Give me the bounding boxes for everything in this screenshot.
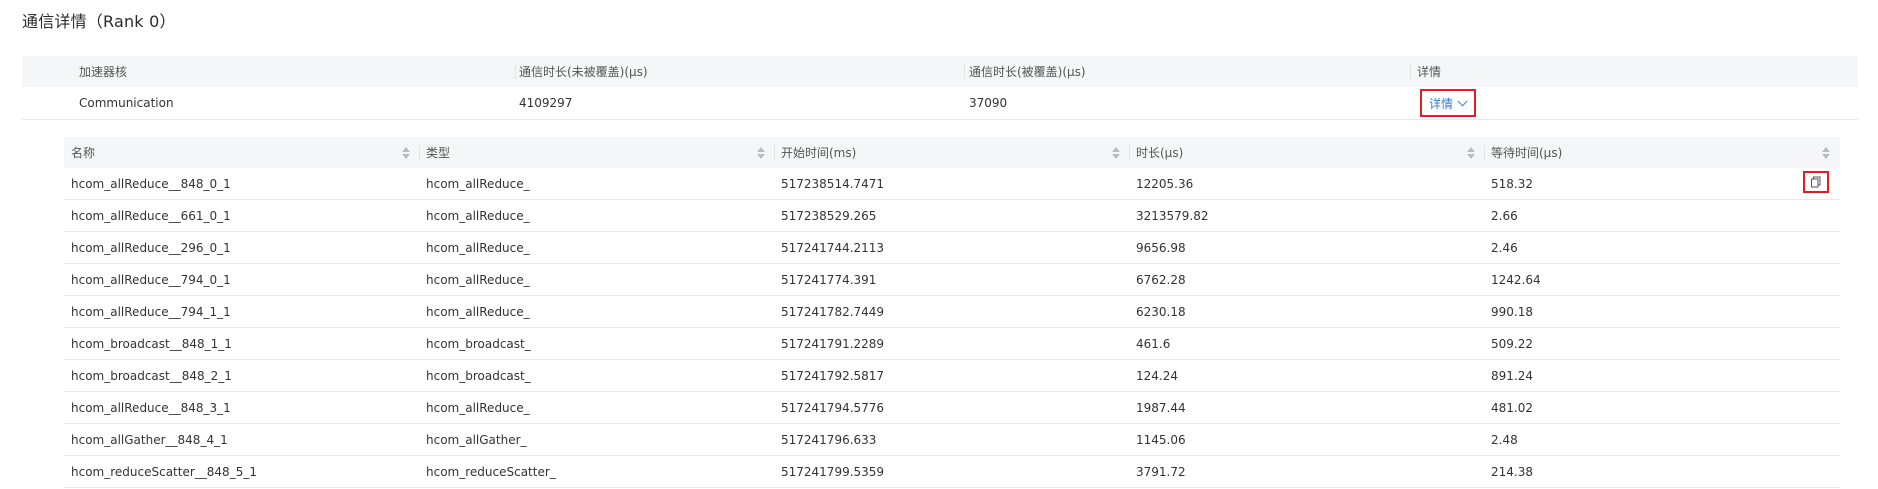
uncovered-value: 4109297 (519, 96, 573, 110)
cell-wait-time-value: 518.32 (1491, 176, 1533, 191)
cell-name: hcom_reduceScatter__848_5_1 (71, 464, 257, 479)
cell-name: hcom_allReduce__661_0_1 (71, 208, 231, 223)
column-header-label: 开始时间(ms) (781, 146, 857, 160)
header-details: 详情 (1410, 56, 1858, 87)
cell-name: hcom_broadcast__848_2_1 (71, 368, 232, 383)
cell-start-time: 517241774.391 (781, 272, 877, 287)
detail-header-row: 名称 类型 开始时间(ms) 时长(μs) 等待时间(μs) (64, 137, 1840, 168)
table-row: hcom_allReduce__661_0_1 hcom_allReduce_ … (64, 200, 1840, 232)
cell-type: hcom_broadcast_ (426, 368, 531, 383)
column-header-wait-time[interactable]: 等待时间(μs) (1484, 137, 1839, 168)
cell-wait-time: 2.46 (1491, 240, 1518, 255)
cell-duration: 6230.18 (1136, 304, 1186, 319)
column-header-label: 时长(μs) (1136, 146, 1184, 160)
cell-type: hcom_allGather_ (426, 432, 527, 447)
copy-button[interactable] (1803, 171, 1829, 193)
cell-start-time: 517241799.5359 (781, 464, 885, 479)
page-title: 通信详情（Rank 0） (22, 12, 176, 31)
sort-icon[interactable] (756, 146, 766, 160)
cell-name: hcom_allReduce__794_0_1 (71, 272, 231, 287)
cell-type: hcom_allReduce_ (426, 176, 530, 191)
cell-wait-time: 509.22 (1491, 336, 1533, 351)
cell-start-time: 517241796.633 (781, 432, 877, 447)
cell-start-time: 517241744.2113 (781, 240, 885, 255)
cell-duration: 3791.72 (1136, 464, 1186, 479)
table-row: hcom_allGather__848_4_1 hcom_allGather_ … (64, 424, 1840, 456)
column-header-type[interactable]: 类型 (419, 137, 774, 168)
cell-duration: 12205.36 (1136, 176, 1194, 191)
cell-type: hcom_reduceScatter_ (426, 464, 556, 479)
cell-type: hcom_allReduce_ (426, 304, 530, 319)
details-toggle-label: 详情 (1429, 96, 1454, 111)
cell-wait-time: 990.18 (1491, 304, 1533, 319)
column-header-name[interactable]: 名称 (64, 137, 419, 168)
chevron-down-icon (1457, 96, 1468, 106)
covered-value: 37090 (969, 96, 1008, 110)
summary-header-row: 加速器核 通信时长(未被覆盖)(μs) 通信时长(被覆盖)(μs) 详情 (22, 56, 1858, 87)
cell-name: hcom_allReduce__794_1_1 (71, 304, 231, 319)
sort-icon[interactable] (1466, 146, 1476, 160)
cell-start-time: 517238529.265 (781, 208, 877, 223)
table-row: hcom_broadcast__848_2_1 hcom_broadcast_ … (64, 360, 1840, 392)
cell-start-time: 517238514.7471 (781, 176, 885, 191)
cell-wait-time: 481.02 (1491, 400, 1533, 415)
table-row: hcom_broadcast__848_1_1 hcom_broadcast_ … (64, 328, 1840, 360)
header-uncovered-time: 通信时长(未被覆盖)(μs) (515, 56, 964, 87)
cell-type: hcom_allReduce_ (426, 240, 530, 255)
cell-type: hcom_allReduce_ (426, 208, 530, 223)
cell-wait-time: 1242.64 (1491, 272, 1541, 287)
column-header-label: 类型 (426, 146, 451, 160)
column-header-label: 等待时间(μs) (1491, 146, 1563, 160)
cell-wait-time: 518.32 (1484, 168, 1839, 199)
table-row: hcom_allReduce__296_0_1 hcom_allReduce_ … (64, 232, 1840, 264)
cell-name: hcom_allReduce__296_0_1 (71, 240, 231, 255)
cell-start-time: 517241782.7449 (781, 304, 885, 319)
cell-name: hcom_broadcast__848_1_1 (71, 336, 232, 351)
cell-duration: 3213579.82 (1136, 208, 1209, 223)
cell-duration: 461.6 (1136, 336, 1171, 351)
cell-start-time: 517241791.2289 (781, 336, 885, 351)
cell-wait-time: 891.24 (1491, 368, 1533, 383)
sort-icon[interactable] (401, 146, 411, 160)
cell-type: hcom_broadcast_ (426, 336, 531, 351)
cell-wait-time: 2.66 (1491, 208, 1518, 223)
cell-name: hcom_allReduce__848_0_1 (71, 176, 231, 191)
column-header-label: 名称 (71, 146, 96, 160)
table-row: hcom_allReduce__794_0_1 hcom_allReduce_ … (64, 264, 1840, 296)
cell-type: hcom_allReduce_ (426, 272, 530, 287)
copy-icon (1811, 176, 1821, 188)
details-cell: 详情 (1410, 87, 1858, 119)
detail-table: 名称 类型 开始时间(ms) 时长(μs) 等待时间(μs) hcom_allR… (64, 137, 1840, 488)
cell-start-time: 517241794.5776 (781, 400, 885, 415)
summary-row: Communication 4109297 37090 详情 (22, 87, 1858, 120)
cell-duration: 6762.28 (1136, 272, 1186, 287)
cell-start-time: 517241792.5817 (781, 368, 885, 383)
details-toggle-button[interactable]: 详情 (1420, 89, 1477, 117)
table-row: hcom_reduceScatter__848_5_1 hcom_reduceS… (64, 456, 1840, 488)
column-header-duration[interactable]: 时长(μs) (1129, 137, 1484, 168)
column-header-start-time[interactable]: 开始时间(ms) (774, 137, 1129, 168)
cell-duration: 1145.06 (1136, 432, 1186, 447)
sort-icon[interactable] (1821, 146, 1831, 160)
table-row: hcom_allReduce__848_0_1 hcom_allReduce_ … (64, 168, 1840, 200)
table-row: hcom_allReduce__794_1_1 hcom_allReduce_ … (64, 296, 1840, 328)
cell-wait-time: 2.48 (1491, 432, 1518, 447)
cell-wait-time: 214.38 (1491, 464, 1533, 479)
table-row: hcom_allReduce__848_3_1 hcom_allReduce_ … (64, 392, 1840, 424)
cell-name: hcom_allReduce__848_3_1 (71, 400, 231, 415)
sort-icon[interactable] (1111, 146, 1121, 160)
header-covered-time: 通信时长(被覆盖)(μs) (964, 56, 1410, 87)
cell-type: hcom_allReduce_ (426, 400, 530, 415)
summary-table: 加速器核 通信时长(未被覆盖)(μs) 通信时长(被覆盖)(μs) 详情 Com… (22, 56, 1858, 120)
cell-name: hcom_allGather__848_4_1 (71, 432, 228, 447)
cell-duration: 9656.98 (1136, 240, 1186, 255)
core-value: Communication (79, 96, 174, 110)
header-accelerator-core: 加速器核 (79, 65, 128, 79)
cell-duration: 1987.44 (1136, 400, 1186, 415)
cell-duration: 124.24 (1136, 368, 1178, 383)
